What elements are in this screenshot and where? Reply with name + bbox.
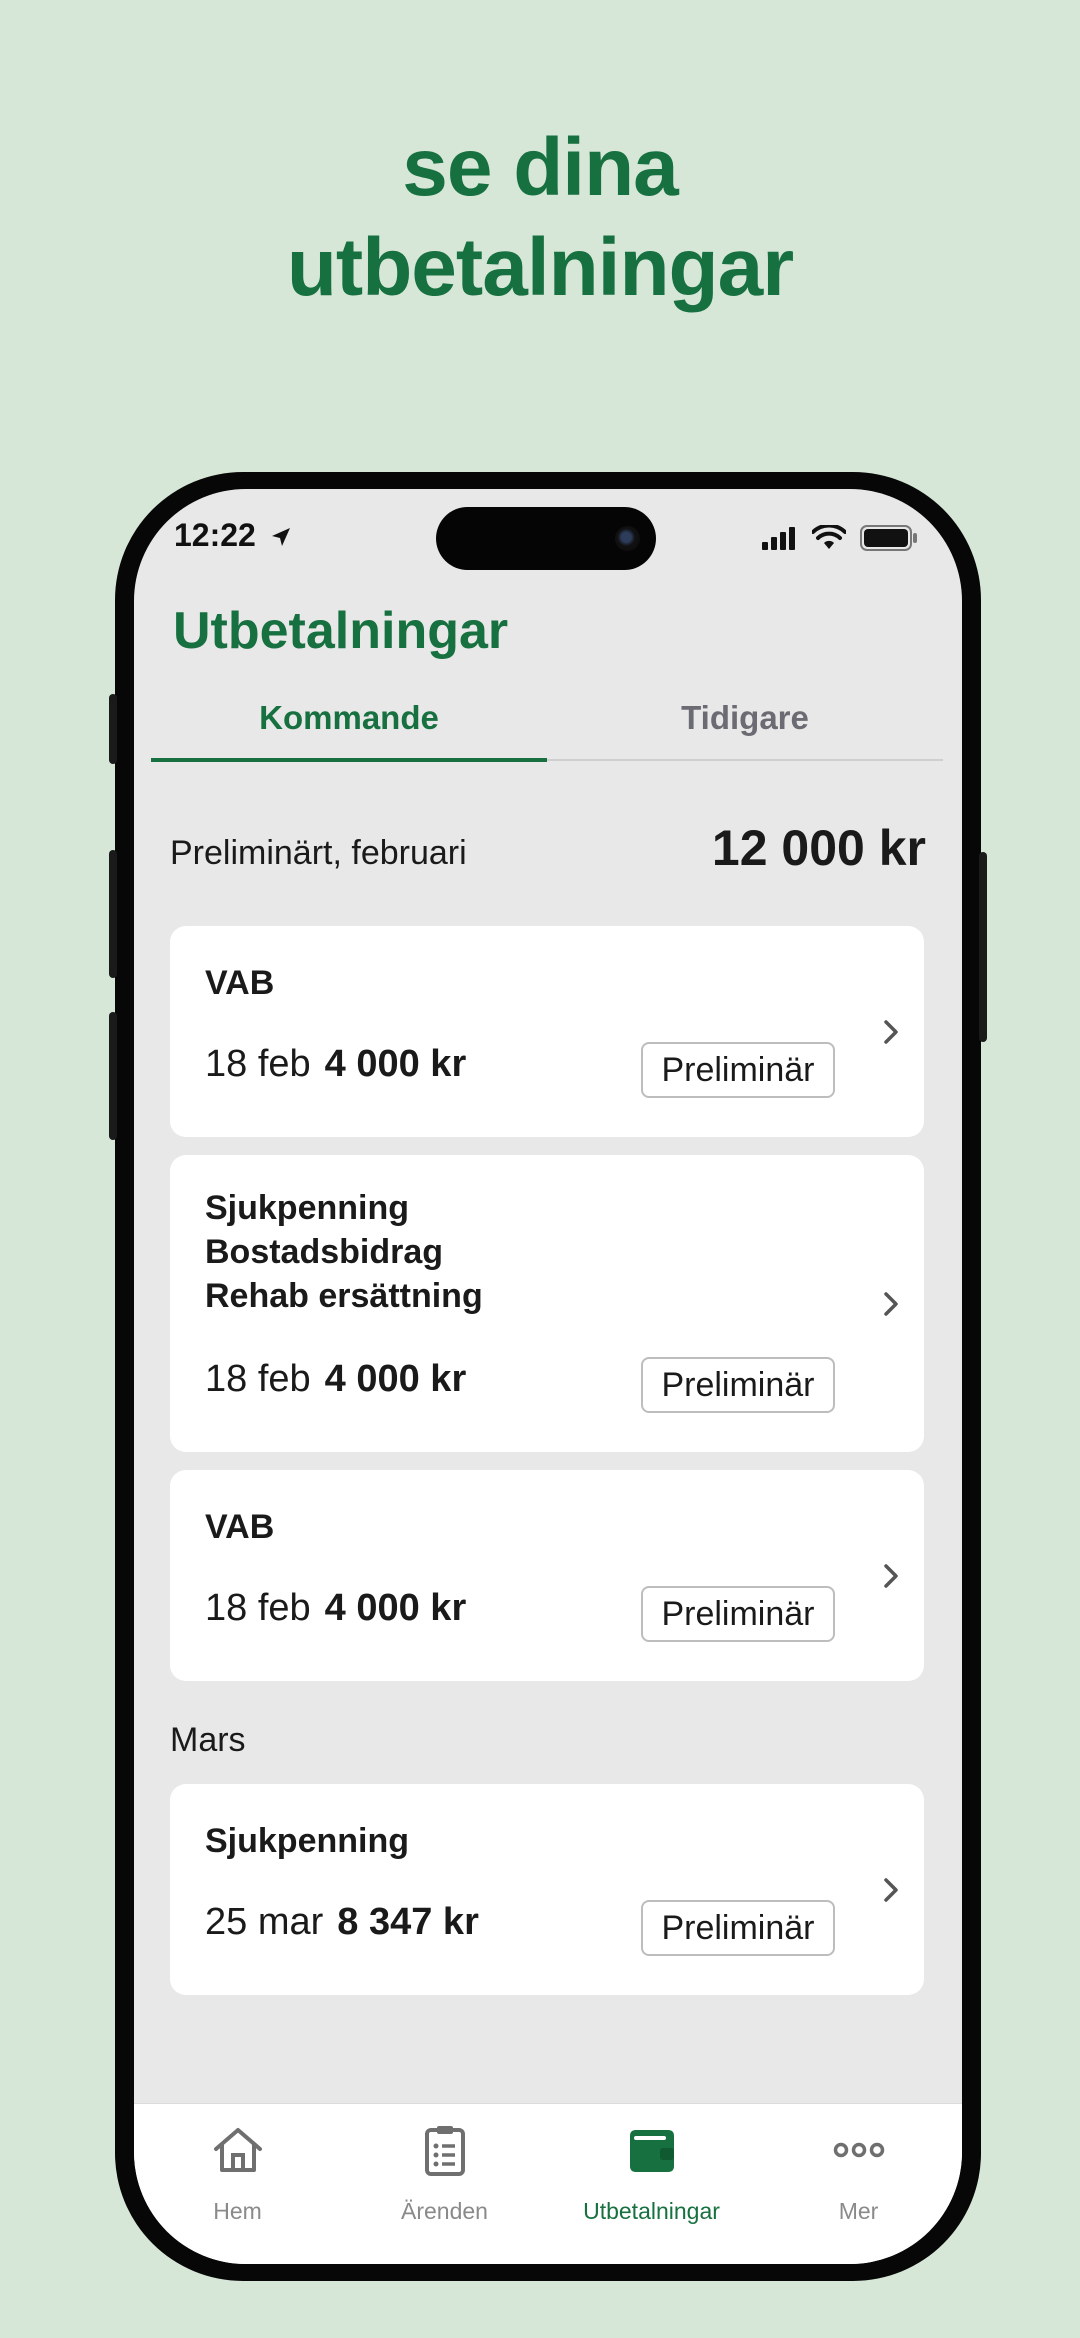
chevron-right-icon [884, 1564, 898, 1588]
tab-kommande[interactable]: Kommande [151, 694, 547, 742]
payment-amount: 4 000 kr [324, 1043, 467, 1085]
status-badge: Preliminär [641, 1900, 835, 1956]
battery-icon [860, 525, 917, 551]
home-icon [214, 2128, 262, 2172]
payment-date: 18 feb [205, 1043, 311, 1085]
payment-title: Sjukpenning [205, 1189, 409, 1227]
tabbar-label: Utbetalningar [583, 2198, 720, 2224]
headline-line-2: utbetalningar [286, 222, 794, 313]
front-camera [615, 526, 640, 551]
dynamic-island [436, 507, 656, 570]
chevron-right-icon [884, 1292, 898, 1316]
status-bar-time: 12:22 [174, 517, 293, 554]
payment-card[interactable]: Sjukpenning Bostadsbidrag Rehab ersättni… [170, 1155, 924, 1452]
payment-title: VAB [205, 1508, 275, 1546]
summary-label: Preliminärt, februari [170, 834, 467, 872]
chevron-right-icon [884, 1878, 898, 1902]
chevron-right-icon [884, 1020, 898, 1044]
status-badge: Preliminär [641, 1586, 835, 1642]
payment-date-amount: 18 feb 4 000 kr [205, 1043, 466, 1086]
promo-headline: se dina utbetalningar [0, 118, 1080, 318]
payment-date: 18 feb [205, 1358, 311, 1400]
power-button [979, 852, 987, 1042]
section-label-mars: Mars [170, 1721, 246, 1759]
location-arrow-icon [271, 528, 290, 546]
phone-frame: 12:22 Utbetalningar Kommande Tidigare Pr… [109, 472, 987, 2281]
status-badge: Preliminär [641, 1357, 835, 1413]
payment-card[interactable]: VAB 18 feb 4 000 kr Preliminär [170, 926, 924, 1137]
payment-date: 18 feb [205, 1587, 311, 1629]
payment-date-amount: 18 feb 4 000 kr [205, 1358, 466, 1401]
tabbar-label: Ärenden [401, 2198, 488, 2224]
payment-amount: 4 000 kr [324, 1358, 467, 1400]
payment-date: 25 mar [205, 1901, 324, 1943]
payment-title: VAB [205, 964, 275, 1002]
bottom-tab-bar: Hem Ärenden Utbetalningar Mer [134, 2103, 962, 2264]
payment-amount: 8 347 kr [337, 1901, 479, 1943]
more-dots-icon [833, 2142, 885, 2158]
tabbar-label: Hem [213, 2198, 262, 2224]
page-title: Utbetalningar [173, 602, 509, 660]
tabbar-label: Mer [838, 2198, 879, 2224]
tab-tidigare[interactable]: Tidigare [547, 694, 943, 742]
status-badge: Preliminär [641, 1042, 835, 1098]
payment-date-amount: 18 feb 4 000 kr [205, 1587, 466, 1630]
payment-title: Bostadsbidrag [205, 1233, 444, 1271]
clock-text: 12:22 [174, 517, 256, 553]
volume-up-button [109, 850, 117, 978]
payment-card[interactable]: VAB 18 feb 4 000 kr Preliminär [170, 1470, 924, 1681]
wifi-icon [812, 525, 846, 549]
clipboard-icon [425, 2126, 465, 2176]
status-bar-icons [762, 525, 918, 551]
app-screen: 12:22 Utbetalningar Kommande Tidigare Pr… [134, 489, 962, 2264]
cellular-signal-icon [762, 527, 795, 550]
headline-line-1: se dina [402, 122, 679, 213]
volume-down-button [109, 1012, 117, 1140]
summary-total: 12 000 kr [711, 820, 926, 876]
payment-amount: 4 000 kr [324, 1587, 467, 1629]
action-button [109, 694, 117, 764]
segment-tabs: Kommande Tidigare [151, 694, 943, 762]
payment-date-amount: 25 mar 8 347 kr [205, 1901, 479, 1944]
payment-card[interactable]: Sjukpenning 25 mar 8 347 kr Preliminär [170, 1784, 924, 1995]
active-tab-indicator [151, 758, 547, 762]
wallet-icon [630, 2130, 674, 2172]
payment-title: Rehab ersättning [205, 1277, 483, 1315]
payment-title: Sjukpenning [205, 1822, 409, 1860]
